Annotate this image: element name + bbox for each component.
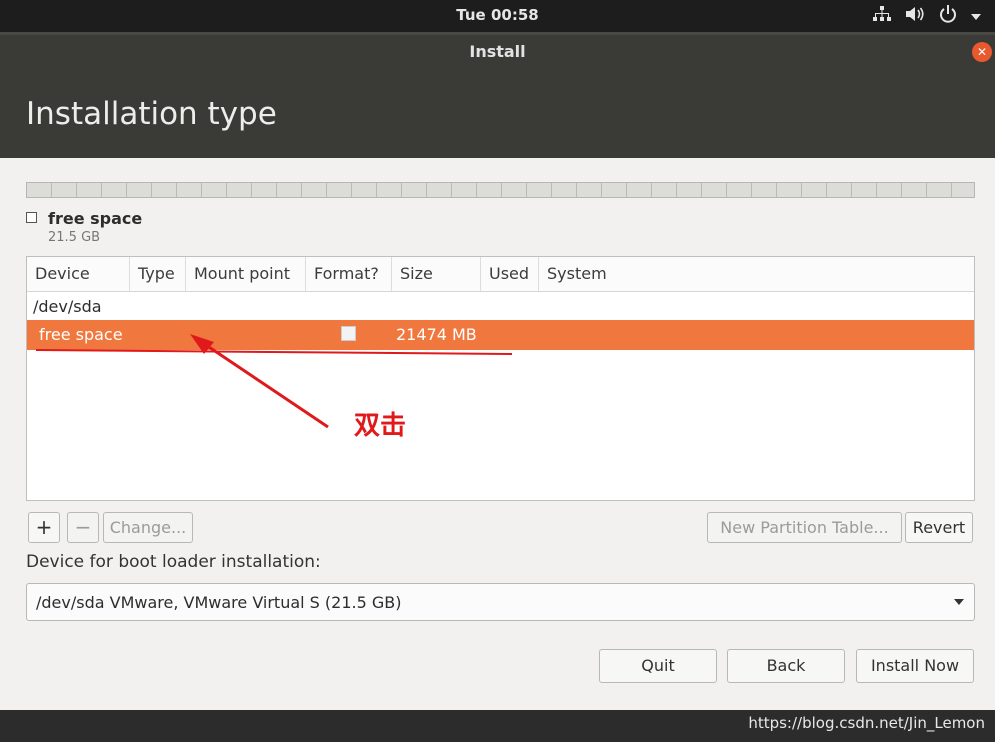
- row-device: free space: [39, 325, 123, 344]
- legend-name: free space: [48, 209, 143, 228]
- column-system[interactable]: System: [539, 257, 974, 291]
- volume-icon[interactable]: [905, 6, 925, 26]
- chevron-down-icon[interactable]: [971, 7, 981, 25]
- watermark: https://blog.csdn.net/Jin_Lemon: [748, 714, 985, 732]
- system-top-bar: Tue 00:58: [0, 0, 995, 32]
- back-button[interactable]: Back: [727, 649, 845, 683]
- device-row[interactable]: /dev/sda: [33, 297, 102, 316]
- quit-button[interactable]: Quit: [599, 649, 717, 683]
- revert-button[interactable]: Revert: [905, 512, 973, 543]
- installer-window: Install ✕ Installation type free space 2…: [0, 32, 995, 710]
- power-icon[interactable]: [939, 5, 957, 27]
- table-row-selected[interactable]: free space 21474 MB: [27, 320, 974, 350]
- minus-icon: −: [74, 515, 92, 539]
- column-used[interactable]: Used: [481, 257, 539, 291]
- window-title: Install: [469, 42, 526, 61]
- legend-size: 21.5 GB: [48, 230, 101, 245]
- column-size[interactable]: Size: [392, 257, 481, 291]
- close-button[interactable]: ✕: [972, 42, 992, 62]
- boot-loader-label: Device for boot loader installation:: [26, 552, 321, 572]
- network-icon[interactable]: [873, 6, 891, 26]
- format-checkbox[interactable]: [341, 326, 356, 341]
- window-titlebar[interactable]: Install ✕: [0, 32, 995, 70]
- row-size: 21474 MB: [396, 325, 477, 344]
- change-button[interactable]: Change...: [103, 512, 193, 543]
- column-mount-point[interactable]: Mount point: [186, 257, 306, 291]
- table-header: Device Type Mount point Format? Size Use…: [27, 257, 974, 292]
- close-icon: ✕: [976, 45, 988, 59]
- clock[interactable]: Tue 00:58: [0, 6, 995, 24]
- page-title: Installation type: [26, 96, 277, 132]
- remove-partition-button[interactable]: −: [67, 512, 99, 543]
- partition-bar: [26, 182, 975, 198]
- new-partition-table-button[interactable]: New Partition Table...: [707, 512, 902, 543]
- annotation-text: 双击: [354, 411, 407, 441]
- add-partition-button[interactable]: +: [28, 512, 60, 543]
- system-tray[interactable]: [873, 5, 981, 27]
- plus-icon: +: [35, 515, 53, 539]
- column-type[interactable]: Type: [130, 257, 186, 291]
- partition-table[interactable]: Device Type Mount point Format? Size Use…: [26, 256, 975, 501]
- boot-loader-select[interactable]: /dev/sda VMware, VMware Virtual S (21.5 …: [26, 583, 975, 621]
- dropdown-arrow-icon: [954, 599, 964, 605]
- install-now-button[interactable]: Install Now: [856, 649, 974, 683]
- legend-swatch: [26, 212, 37, 223]
- page-header: Installation type: [0, 70, 995, 158]
- column-device[interactable]: Device: [27, 257, 130, 291]
- boot-loader-value: /dev/sda VMware, VMware Virtual S (21.5 …: [36, 593, 402, 612]
- column-format[interactable]: Format?: [306, 257, 392, 291]
